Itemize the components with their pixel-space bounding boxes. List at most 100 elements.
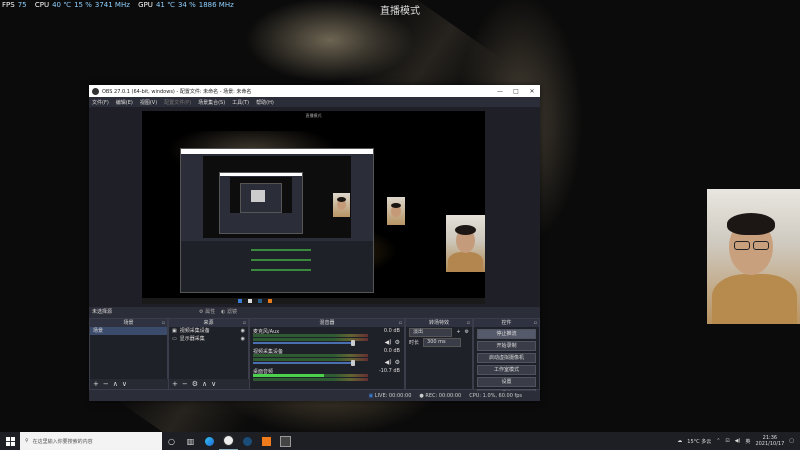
taskbar-search[interactable]: ⚲ 在这里输入你要搜索的内容 [20,432,162,450]
controls-header: 控件 ▫ [474,319,539,327]
windows-logo-icon [5,436,15,446]
start-virtual-camera-button[interactable]: 启动虚拟摄像机 [477,353,536,363]
menu-tools[interactable]: 工具(T) [232,99,249,106]
gear-icon[interactable]: ⚙ [395,339,400,346]
preview-area[interactable]: 直播模式 [89,107,540,307]
start-button[interactable] [0,432,20,450]
move-up-icon[interactable]: ∧ [113,380,118,388]
weather-text[interactable]: 15°C 多云 [687,438,711,445]
menu-help[interactable]: 帮助(H) [256,99,274,106]
remove-scene-icon[interactable]: − [103,380,109,388]
volume-fader[interactable] [253,362,353,364]
task-view-icon[interactable]: ○ [162,432,181,450]
clock[interactable]: 21:36 2021/10/17 [755,435,784,447]
steam-icon[interactable] [238,432,257,450]
person-hair [727,213,775,235]
preview-canvas[interactable]: 直播模式 [142,111,485,304]
obs-taskbar-icon[interactable] [219,432,238,450]
settings-button[interactable]: 设置 [477,377,536,387]
source-settings-icon[interactable]: ⚙ [192,380,198,388]
eye-icon[interactable]: ◉ [241,335,248,343]
speaker-icon[interactable]: ◀) [385,339,392,346]
menu-edit[interactable]: 编辑(E) [116,99,133,106]
orange-app-icon[interactable] [257,432,276,450]
transition-duration-row: 时长 300 ms [406,337,472,347]
filters-button[interactable]: ◐ 滤镜 [221,308,237,315]
steam-icon [258,299,262,303]
edge-icon [238,299,242,303]
person-body [712,274,797,324]
transition-select[interactable]: 淡出 [409,327,453,337]
fader-knob[interactable] [351,340,355,346]
add-scene-icon[interactable]: + [93,380,99,388]
obs-window-title: OBS 27.0.1 (64-bit, windows) - 配置文件: 未命名… [102,88,252,95]
close-button[interactable]: ✕ [524,88,540,95]
nested-obs-window [180,148,374,293]
eye-icon[interactable]: ◉ [241,327,248,335]
menu-view[interactable]: 视图(V) [140,99,157,106]
sources-dock: 来源 ▫ ▣ 视频采集设备 ◉ ▭ 显示器采集 ◉ + − ⚙ ∧ ∨ [168,318,251,390]
fader-knob[interactable] [351,360,355,366]
move-down-icon[interactable]: ∨ [211,380,216,388]
properties-button[interactable]: ⚙ 属性 [199,308,215,315]
tray-overflow-icon[interactable]: ⌃ [716,438,720,444]
source-item[interactable]: ▣ 视频采集设备 ◉ [169,327,248,335]
add-transition-icon[interactable]: + [456,329,460,335]
volume-icon[interactable]: ◀) [735,438,741,444]
volume-fader[interactable] [253,342,353,344]
monitor-icon: ▭ [172,336,177,342]
menu-file[interactable]: 文件(F) [92,99,109,106]
studio-mode-button[interactable]: 工作室模式 [477,365,536,375]
ime-indicator[interactable]: 英 [745,438,750,445]
network-icon[interactable]: ⊡ [725,438,729,444]
obs-window[interactable]: OBS 27.0.1 (64-bit, windows) - 配置文件: 未命名… [89,85,540,401]
dock-float-icon[interactable]: ▫ [399,319,402,327]
notification-icon[interactable]: ▢ [789,438,794,444]
app-icon [268,299,272,303]
gear-icon[interactable]: ⚙ [395,359,400,366]
dock-float-icon[interactable]: ▫ [467,319,470,327]
remove-source-icon[interactable]: − [182,380,188,388]
menu-profile[interactable]: 配置文件(P) [164,99,191,106]
nested-preview [203,156,351,238]
stop-streaming-button[interactable]: 停止推流 [477,329,536,339]
sources-title: 来源 [203,320,214,326]
start-recording-button[interactable]: 开始录制 [477,341,536,351]
dock-float-icon[interactable]: ▫ [534,319,537,327]
obs-logo-icon [92,87,99,95]
dock-float-icon[interactable]: ▫ [243,319,246,327]
minimize-button[interactable]: — [492,88,508,95]
duration-input[interactable]: 300 ms [423,337,462,347]
source-item[interactable]: ▭ 显示器采集 ◉ [169,335,248,343]
webcam-source[interactable] [446,215,485,272]
system-tray: ☁ 15°C 多云 ⌃ ⊡ ◀) 英 21:36 2021/10/17 ▢ [677,435,800,447]
glasses-icon [734,241,750,250]
controls-title: 控件 [501,320,512,326]
transition-settings-icon[interactable]: ⚙ [465,329,469,335]
nested-obs-window-3 [240,183,282,213]
move-down-icon[interactable]: ∨ [122,380,127,388]
add-source-icon[interactable]: + [172,380,178,388]
obs-docks: 场景 ▫ 场景 + − ∧ ∨ 来源 ▫ ▣ 视频采集设备 ◉ ▭ 显示器采集 … [89,309,540,401]
duration-label: 时长 [409,339,420,346]
weather-icon[interactable]: ☁ [677,438,682,444]
level-meter [253,334,368,337]
maximize-button[interactable]: □ [508,88,524,95]
menu-scene-collection[interactable]: 场景集合(S) [198,99,225,106]
live-mode-banner: 直播模式 [380,6,420,17]
search-icon: ⚲ [25,438,29,444]
edge-icon[interactable] [200,432,219,450]
move-up-icon[interactable]: ∧ [202,380,207,388]
speaker-icon[interactable]: ◀) [385,359,392,366]
nested-preview-2 [230,177,292,213]
game-app-icon[interactable] [276,432,295,450]
sources-header: 来源 ▫ [169,319,248,327]
scenes-dock: 场景 ▫ 场景 + − ∧ ∨ [89,318,170,390]
person-body [448,252,483,272]
scene-item[interactable]: 场景 [90,327,167,335]
live-time: 00:00:00 [388,393,412,399]
obs-titlebar[interactable]: OBS 27.0.1 (64-bit, windows) - 配置文件: 未命名… [89,85,540,97]
file-explorer-icon[interactable]: ▥ [181,432,200,450]
transitions-dock: 转场特效 ▫ 淡出 + ⚙ 时长 300 ms [405,318,473,390]
dock-float-icon[interactable]: ▫ [162,319,165,327]
